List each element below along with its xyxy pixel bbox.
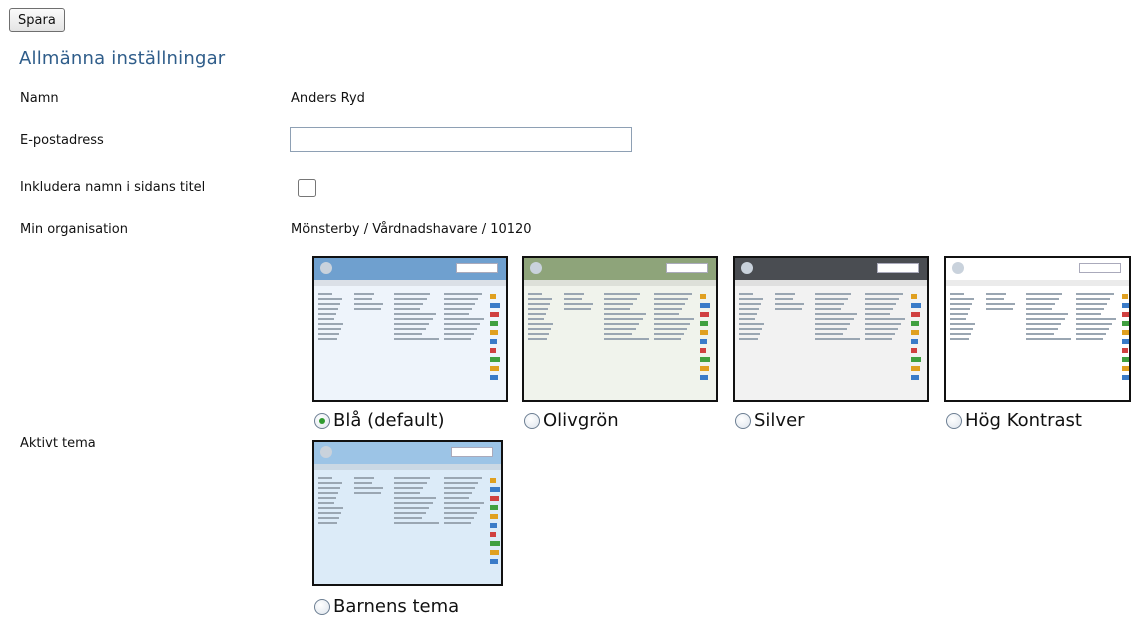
email-field[interactable] <box>290 127 632 152</box>
organisation-label: Min organisation <box>20 222 128 237</box>
preview-header-bar <box>946 258 1129 280</box>
theme-preview-image[interactable] <box>944 256 1131 402</box>
settings-page: Spara Allmänna inställningar Namn Anders… <box>0 0 1131 620</box>
organisation-value: Mönsterby / Vårdnadshavare / 10120 <box>291 222 532 237</box>
theme-preview-image[interactable] <box>733 256 929 402</box>
theme-preview-image[interactable] <box>312 440 503 586</box>
preview-header-bar <box>314 442 501 464</box>
theme-radio-label: Barnens tema <box>333 596 460 617</box>
theme-radio-button[interactable] <box>524 412 540 429</box>
theme-radio-button[interactable] <box>946 412 962 429</box>
active-theme-label: Aktivt tema <box>20 436 96 451</box>
theme-preview-image[interactable] <box>522 256 718 402</box>
include-name-checkbox[interactable] <box>298 179 316 197</box>
theme-radio-label: Silver <box>754 410 805 431</box>
name-value: Anders Ryd <box>291 91 365 106</box>
theme-radio-button[interactable] <box>314 412 330 429</box>
theme-radio-option[interactable]: Silver <box>735 410 805 431</box>
preview-header-bar <box>735 258 927 280</box>
theme-radio-label: Olivgrön <box>543 410 619 431</box>
preview-header-bar <box>524 258 716 280</box>
theme-radio-label: Hög Kontrast <box>965 410 1082 431</box>
email-label: E-postadress <box>20 133 104 148</box>
section-title: Allmänna inställningar <box>19 48 226 69</box>
theme-radio-button[interactable] <box>735 412 751 429</box>
theme-radio-button[interactable] <box>314 598 330 615</box>
theme-preview-image[interactable] <box>312 256 508 402</box>
theme-radio-option[interactable]: Barnens tema <box>314 596 459 617</box>
theme-radio-option[interactable]: Olivgrön <box>524 410 619 431</box>
save-button[interactable]: Spara <box>9 8 65 32</box>
name-label: Namn <box>20 91 59 106</box>
theme-radio-option[interactable]: Hög Kontrast <box>946 410 1082 431</box>
theme-radio-option[interactable]: Blå (default) <box>314 410 444 431</box>
preview-header-bar <box>314 258 506 280</box>
include-name-label: Inkludera namn i sidans titel <box>20 180 206 195</box>
theme-radio-label: Blå (default) <box>333 410 445 431</box>
